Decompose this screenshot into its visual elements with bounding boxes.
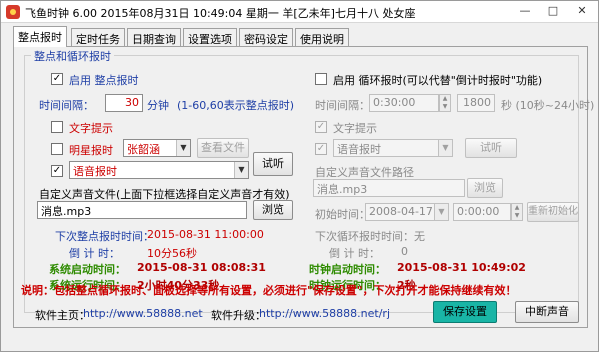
reinitialize-button[interactable]: 重新初始化 — [527, 202, 579, 222]
tab-password[interactable]: 密码设定 — [239, 28, 293, 46]
cycle-countdown-label: 倒 计 时： — [329, 247, 380, 260]
tab-settings[interactable]: 设置选项 — [183, 28, 237, 46]
star-chime-label: 明星报时 — [69, 144, 113, 157]
app-fish-icon — [6, 5, 20, 19]
clock-start-value: 2015-08-31 10:49:02 — [397, 261, 526, 274]
interval-minutes-input[interactable]: 30 — [105, 94, 143, 112]
star-chime-checkbox[interactable] — [51, 143, 63, 155]
save-notice: 说明：包括整点循环报时、面板选择等所有设置，必须进行"保存设置"，下次打开才能保… — [21, 284, 517, 297]
main-window: 飞鱼时钟 6.00 2015年08月31日 10:49:04 星期一 羊[乙未年… — [0, 0, 599, 352]
group-title: 整点和循环报时 — [31, 48, 114, 64]
chevron-down-icon: ▼ — [438, 140, 452, 156]
stop-sound-button[interactable]: 中断声音 — [515, 301, 579, 323]
cycle-custom-sound-input[interactable]: 消息.mp3 — [313, 179, 465, 197]
cycle-custom-sound-label: 自定义声音文件路径 — [315, 166, 414, 179]
chevron-down-icon: ▼ — [234, 162, 248, 178]
star-select-value: 张韶涵 — [127, 143, 160, 156]
init-time-label: 初始时间： — [315, 208, 370, 221]
init-time-input[interactable]: 0:00:00 — [453, 203, 511, 221]
close-button[interactable]: ✕ — [567, 1, 597, 21]
star-select[interactable]: 张韶涵 ▼ — [123, 139, 191, 157]
init-date-picker[interactable]: 2008-04-17 ▼ — [365, 203, 449, 221]
maximize-button[interactable]: □ — [539, 1, 567, 21]
enable-cycle-checkbox[interactable] — [315, 73, 327, 85]
enable-hourly-checkbox[interactable]: ✓ — [51, 73, 63, 85]
next-chime-value: 2015-08-31 11:00:00 — [147, 228, 264, 241]
countdown-label: 倒 计 时： — [69, 247, 120, 260]
cycle-unit: 秒 (10秒~24小时) — [501, 99, 595, 112]
upgrade-link[interactable]: http://www.58888.net/rj — [259, 307, 390, 320]
title-bar: 飞鱼时钟 6.00 2015年08月31日 10:49:04 星期一 羊[乙未年… — [1, 1, 598, 23]
enable-cycle-label: 启用 循环报时(可以代替"倒计时报时"功能) — [333, 74, 543, 87]
tab-help[interactable]: 使用说明 — [295, 28, 349, 46]
clock-start-label: 时钟启动时间： — [309, 263, 386, 276]
voice-select-value: 语音报时 — [73, 165, 117, 178]
voice-chime-checkbox[interactable]: ✓ — [51, 165, 63, 177]
custom-sound-input[interactable]: 消息.mp3 — [37, 201, 247, 219]
homepage-label: 软件主页： — [35, 309, 90, 322]
save-settings-button[interactable]: 保存设置 — [433, 301, 497, 323]
cycle-countdown-value: 0 — [401, 245, 408, 258]
cycle-text-tip-checkbox[interactable]: ✓ — [315, 121, 327, 133]
init-date-value: 2008-04-17 — [369, 205, 433, 218]
tab-date-query[interactable]: 日期查询 — [127, 28, 181, 46]
cycle-browse-button[interactable]: 浏览 — [467, 178, 503, 198]
tab-hourly-chime[interactable]: 整点报时 — [13, 26, 67, 47]
countdown-value: 10分56秒 — [147, 247, 197, 260]
next-cycle-label: 下次循环报时时间：无 — [315, 230, 425, 243]
text-tip-checkbox[interactable] — [51, 121, 63, 133]
system-start-label: 系统启动时间： — [49, 263, 126, 276]
try-listen-button[interactable]: 试听 — [253, 152, 293, 176]
cycle-voice-select-value: 语音报时 — [337, 143, 381, 156]
chevron-down-icon: ▼ — [434, 204, 448, 220]
next-chime-label: 下次整点报时时间： — [55, 230, 154, 243]
cycle-voice-checkbox[interactable]: ✓ — [315, 143, 327, 155]
custom-sound-label: 自定义声音文件(上面下拉框选择自定义声音才有效) — [39, 188, 290, 201]
enable-hourly-label: 启用 整点报时 — [69, 74, 139, 87]
upgrade-label: 软件升级： — [211, 309, 266, 322]
chime-group: 整点和循环报时 ✓ 启用 整点报时 时间间隔： 30 分钟 (1-60,60表示… — [24, 48, 594, 313]
cycle-time-input[interactable]: 0:30:00 — [369, 94, 439, 112]
cycle-try-listen-button[interactable]: 试听 — [465, 138, 517, 158]
interval-hint: (1-60,60表示整点报时) — [177, 99, 295, 112]
cycle-text-tip-label: 文字提示 — [333, 122, 377, 135]
view-file-button[interactable]: 查看文件 — [197, 138, 249, 158]
tab-scheduled-tasks[interactable]: 定时任务 — [71, 28, 125, 46]
system-start-value: 2015-08-31 08:08:31 — [137, 261, 266, 274]
cycle-seconds-input[interactable]: 1800 — [457, 94, 495, 112]
cycle-interval-label: 时间间隔： — [315, 99, 370, 112]
homepage-link[interactable]: http://www.58888.net — [83, 307, 203, 320]
window-title: 飞鱼时钟 6.00 2015年08月31日 10:49:04 星期一 羊[乙未年… — [25, 7, 416, 20]
cycle-voice-select[interactable]: 语音报时 ▼ — [333, 139, 453, 157]
spin-arrows-icon[interactable]: ▲ ▼ — [511, 203, 523, 221]
text-tip-label: 文字提示 — [69, 122, 113, 135]
voice-select[interactable]: 语音报时 ▼ — [69, 161, 249, 179]
chevron-down-icon: ▼ — [176, 140, 190, 156]
browse-button[interactable]: 浏览 — [253, 200, 293, 220]
interval-unit: 分钟 — [147, 99, 169, 112]
interval-label: 时间间隔： — [39, 99, 94, 112]
spin-arrows-icon[interactable]: ▲ ▼ — [439, 94, 451, 112]
minimize-button[interactable]: — — [511, 1, 539, 21]
